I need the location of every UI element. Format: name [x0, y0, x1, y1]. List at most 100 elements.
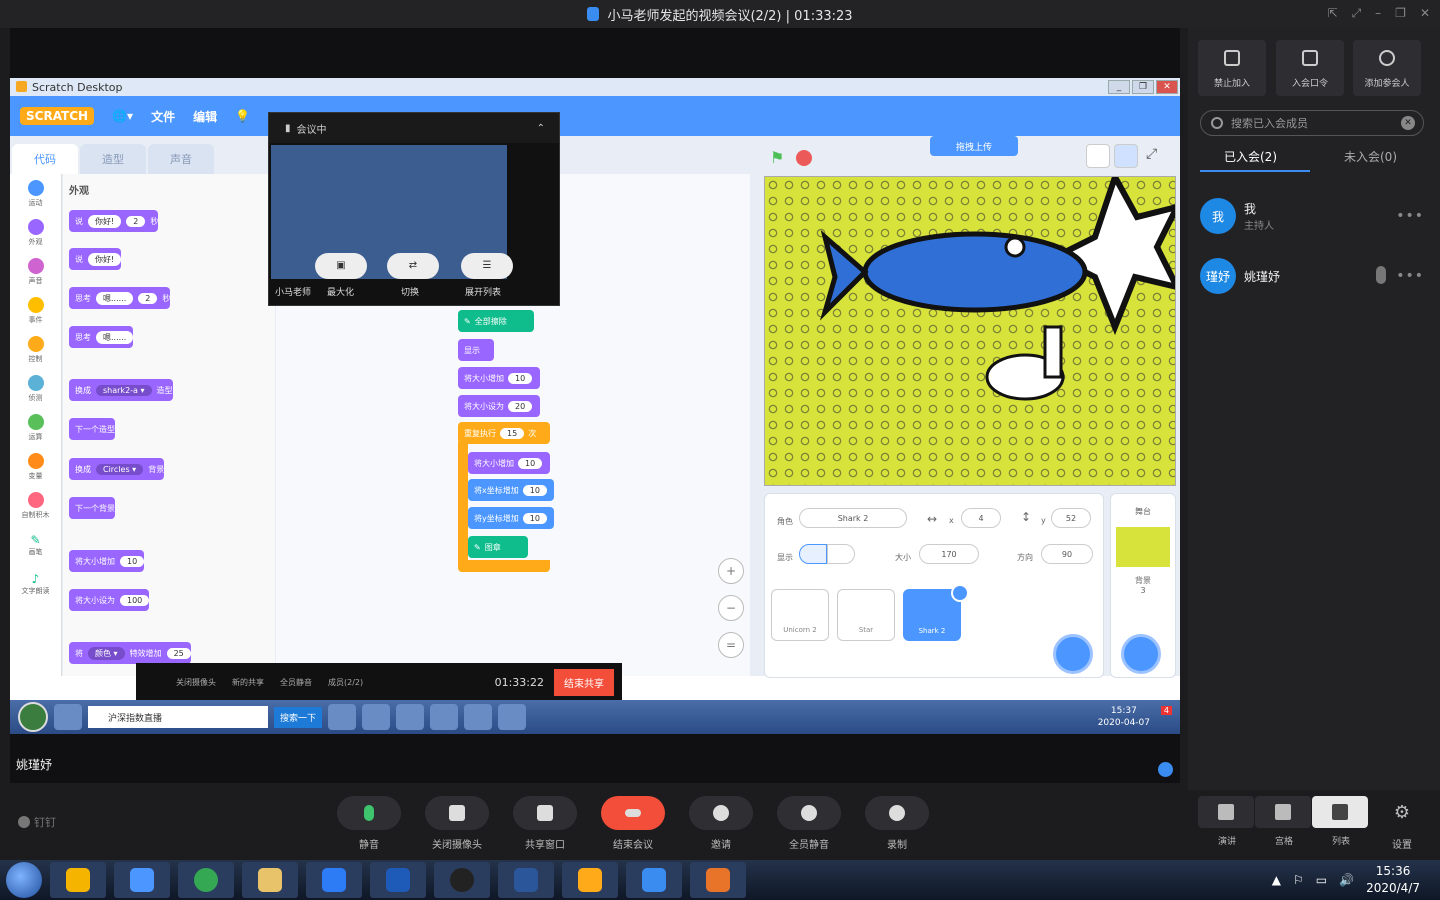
member-row[interactable]: 我 我 主持人 •••: [1200, 196, 1430, 236]
close-icon[interactable]: ✕: [1420, 6, 1430, 21]
sharebar-camera[interactable]: 关闭摄像头: [176, 677, 216, 688]
sharebar-members[interactable]: 成员(2/2): [328, 677, 363, 688]
fullscreen-icon[interactable]: ⤢: [1352, 6, 1362, 21]
meeting-password-button[interactable]: 入会口令: [1276, 40, 1344, 96]
sharebar-new-share[interactable]: 新的共享: [232, 677, 264, 688]
category-control[interactable]: 控制: [10, 330, 61, 369]
block-change-effect[interactable]: 将颜色 ▾ 特效增加 25: [69, 642, 191, 664]
script-block-stamp[interactable]: ✎ 图章: [468, 536, 528, 558]
block-think-for-secs[interactable]: 思考 嗯...... 2 秒: [69, 287, 171, 309]
restore-icon[interactable]: ❐: [1395, 6, 1406, 21]
lock-meeting-button[interactable]: 禁止加入: [1198, 40, 1266, 96]
more-options-icon[interactable]: •••: [1396, 268, 1424, 284]
collapse-chevron-icon[interactable]: ⌃: [537, 123, 545, 134]
category-events[interactable]: 事件: [10, 291, 61, 330]
globe-icon[interactable]: 🌐▾: [112, 109, 133, 123]
block-change-size[interactable]: 将大小增加 10: [69, 550, 145, 572]
tab-code[interactable]: 代码: [12, 144, 78, 174]
menu-file[interactable]: 文件: [151, 108, 175, 125]
scratch-close-button[interactable]: ✕: [1156, 80, 1178, 94]
scratch-restore-button[interactable]: ❐: [1132, 80, 1154, 94]
zoom-in-icon[interactable]: +: [718, 558, 744, 584]
script-block-change-size-inner[interactable]: 将大小增加 10: [468, 452, 550, 474]
add-participant-button[interactable]: 添加参会人: [1353, 40, 1421, 96]
taskbar-app-bluetooth[interactable]: [370, 862, 426, 898]
mini-maximize-button[interactable]: ▣: [315, 253, 367, 279]
upload-button[interactable]: 拖拽上传: [930, 136, 1018, 156]
block-think[interactable]: 思考 嗯......: [69, 326, 134, 348]
add-backdrop-icon[interactable]: [1121, 634, 1161, 674]
category-sensing[interactable]: 侦测: [10, 369, 61, 408]
mute-all-button[interactable]: 全员静音: [773, 796, 845, 851]
taskbar-app-word[interactable]: [498, 862, 554, 898]
camera-button[interactable]: 关闭摄像头: [421, 796, 493, 851]
sprite-y-field[interactable]: 52: [1051, 508, 1091, 528]
script-block-set-size[interactable]: 将大小设为 20: [458, 395, 540, 417]
invite-button[interactable]: 邀请: [685, 796, 757, 851]
category-variables[interactable]: 变量: [10, 447, 61, 486]
zoom-reset-icon[interactable]: =: [718, 632, 744, 658]
zoom-out-icon[interactable]: −: [718, 595, 744, 621]
view-grid-button[interactable]: 宫格: [1255, 796, 1313, 847]
sharebar-mute-all[interactable]: 全员静音: [280, 677, 312, 688]
block-next-costume[interactable]: 下一个造型: [69, 418, 115, 440]
stage-canvas[interactable]: [764, 176, 1176, 486]
sprite-card-star[interactable]: Star: [837, 589, 895, 641]
mini-list-button[interactable]: ☰: [461, 253, 513, 279]
sprite-x-field[interactable]: 4: [961, 508, 1001, 528]
record-button[interactable]: 录制: [861, 796, 933, 851]
category-motion[interactable]: 运动: [10, 174, 61, 213]
block-say[interactable]: 说你好!: [69, 248, 122, 270]
end-meeting-button[interactable]: 结束会议: [597, 796, 669, 851]
taskbar-app-scratch[interactable]: [562, 862, 618, 898]
member-row[interactable]: 瑾妤 姚瑾妤 •••: [1200, 256, 1430, 296]
sprite-direction-field[interactable]: 90: [1041, 544, 1093, 564]
more-options-icon[interactable]: •••: [1396, 208, 1424, 224]
category-operators[interactable]: 运算: [10, 408, 61, 447]
volume-icon[interactable]: 🔊: [1339, 873, 1354, 887]
category-my-blocks[interactable]: 自制积木: [10, 486, 61, 525]
scratch-minimize-button[interactable]: _: [1108, 80, 1130, 94]
category-looks[interactable]: 外观: [10, 213, 61, 252]
tab-not-joined[interactable]: 未入会(0): [1344, 148, 1397, 165]
view-list-button[interactable]: 列表: [1312, 796, 1370, 847]
scratch-logo[interactable]: SCRATCH: [20, 107, 95, 125]
fullscreen-stage-icon[interactable]: ⤢: [1146, 146, 1157, 162]
script-block-change-size[interactable]: 将大小增加 10: [458, 367, 540, 389]
script-block-repeat[interactable]: 重复执行 15 次: [458, 422, 550, 444]
sprite-card-unicorn[interactable]: Unicorn 2: [771, 589, 829, 641]
stop-icon[interactable]: [796, 150, 812, 166]
tab-costumes[interactable]: 造型: [80, 144, 146, 174]
taskbar-app-dingtalk[interactable]: [626, 862, 682, 898]
tray-expand-icon[interactable]: ▲: [1272, 873, 1281, 887]
taskbar-app-explorer[interactable]: [242, 862, 298, 898]
end-share-button[interactable]: 结束共享: [554, 668, 614, 696]
show-eye-icon[interactable]: [799, 544, 827, 564]
script-block-pen-clear[interactable]: ✎ 全部擦除: [458, 310, 534, 332]
hide-eye-icon[interactable]: [827, 544, 855, 564]
start-orb-icon[interactable]: [6, 862, 42, 898]
taskbar-app-chrome[interactable]: [178, 862, 234, 898]
taskbar-app-player[interactable]: [690, 862, 746, 898]
delete-sprite-icon[interactable]: [951, 584, 969, 602]
menu-edit[interactable]: 编辑: [193, 108, 217, 125]
taskbar-app-butterfly[interactable]: [50, 862, 106, 898]
script-block-show[interactable]: 显示: [458, 339, 494, 361]
taskbar-app-network[interactable]: [114, 862, 170, 898]
category-pen[interactable]: ✎ 画笔: [10, 525, 61, 564]
backdrop-thumbnail[interactable]: [1116, 527, 1170, 567]
clear-search-icon[interactable]: ✕: [1401, 116, 1415, 130]
block-switch-backdrop[interactable]: 换成 Circles ▾ 背景: [69, 458, 165, 480]
small-stage-icon[interactable]: [1086, 144, 1110, 168]
mute-button[interactable]: 静音: [333, 796, 405, 851]
category-sound[interactable]: 声音: [10, 252, 61, 291]
minimize-icon[interactable]: –: [1375, 6, 1381, 21]
view-speaker-button[interactable]: 演讲: [1198, 796, 1256, 847]
share-window-button[interactable]: 共享窗口: [509, 796, 581, 851]
network-tray-icon[interactable]: ▭: [1316, 873, 1327, 887]
green-flag-icon[interactable]: ⚑: [770, 148, 784, 167]
taskbar-app-feishu[interactable]: [306, 862, 362, 898]
system-clock[interactable]: 15:36 2020/4/7: [1366, 863, 1420, 897]
large-stage-icon[interactable]: [1114, 144, 1138, 168]
script-block-change-y[interactable]: 将y坐标增加 10: [468, 507, 554, 529]
